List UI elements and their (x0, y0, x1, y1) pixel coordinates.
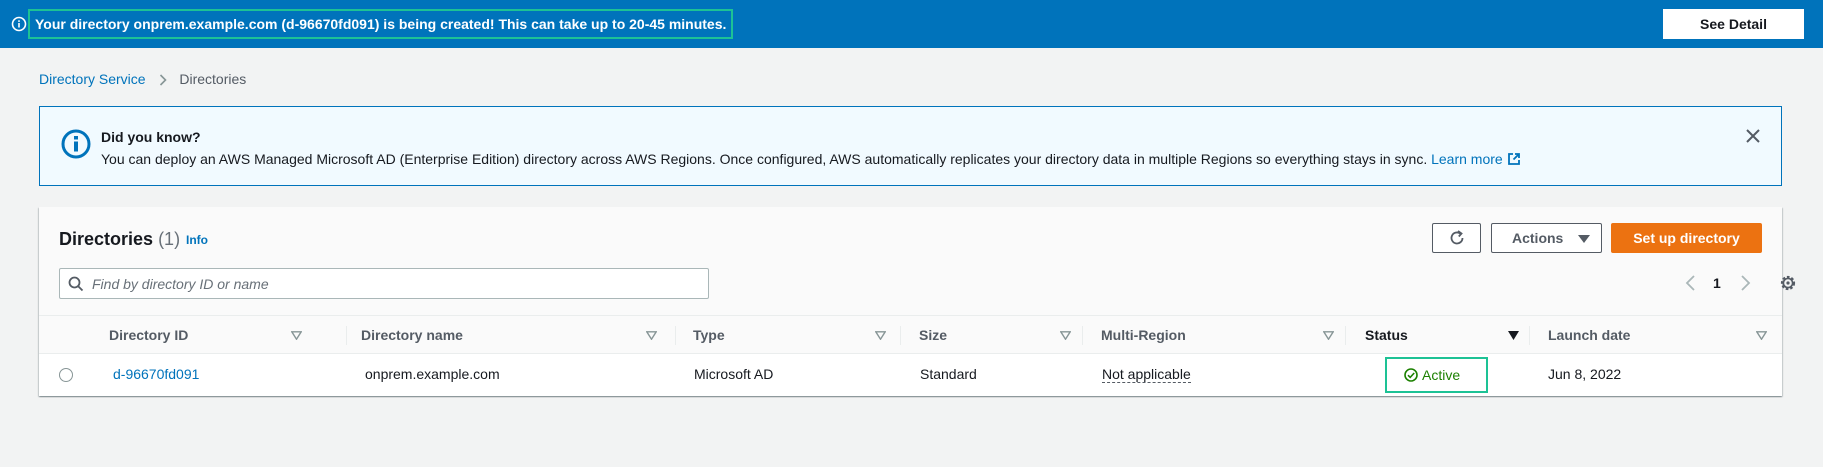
learn-more-label: Learn more (1431, 151, 1503, 167)
alert-title: Did you know? (101, 129, 201, 145)
column-divider (900, 326, 901, 345)
row-select-radio[interactable] (59, 368, 73, 382)
search-input[interactable] (92, 269, 702, 298)
table-header-area: Directories (1) Info Actions Set up dire… (39, 207, 1796, 315)
page-number[interactable]: 1 (1713, 274, 1721, 292)
cell-directory-id: d-96670fd091 (113, 354, 199, 395)
column-divider (1082, 326, 1083, 345)
caret-down-icon (1578, 235, 1590, 243)
column-header-directory-id[interactable]: Directory ID (109, 316, 315, 355)
sort-icon (875, 331, 886, 340)
column-header-type[interactable]: Type (693, 316, 893, 355)
cell-launch-date: Jun 8, 2022 (1548, 366, 1622, 382)
close-icon[interactable] (1743, 126, 1763, 146)
chevron-left-icon[interactable] (1683, 274, 1699, 292)
breadcrumb-current: Directories (179, 71, 247, 87)
column-divider (675, 326, 676, 345)
info-link[interactable]: Info (186, 233, 208, 247)
set-up-directory-button[interactable]: Set up directory (1611, 223, 1762, 253)
gear-icon[interactable] (1779, 274, 1797, 292)
search-field[interactable] (59, 268, 709, 299)
breadcrumb: Directory Service Directories (39, 70, 246, 88)
cell-directory-name: onprem.example.com (365, 366, 500, 382)
sort-icon (646, 331, 657, 340)
table-row[interactable]: d-96670fd091 onprem.example.com Microsof… (39, 354, 1782, 395)
breadcrumb-link-directory-service[interactable]: Directory Service (39, 71, 146, 87)
alert-text: You can deploy an AWS Managed Microsoft … (101, 150, 1521, 168)
external-link-icon (1507, 153, 1520, 165)
sort-icon (1323, 331, 1334, 340)
column-divider (1345, 326, 1346, 345)
flash-message: Your directory onprem.example.com (d-966… (28, 9, 734, 39)
directory-id-link[interactable]: d-96670fd091 (113, 366, 199, 382)
table-title: Directories (1) (59, 227, 180, 251)
learn-more-link[interactable]: Learn more (1431, 151, 1521, 167)
sort-descending-icon (1508, 331, 1519, 340)
directories-table-container: Directories (1) Info Actions Set up dire… (39, 207, 1796, 396)
column-header-multi-region[interactable]: Multi-Region (1101, 316, 1341, 355)
column-header-status[interactable]: Status (1365, 316, 1555, 355)
cell-type: Microsoft AD (694, 366, 774, 382)
refresh-button[interactable] (1432, 223, 1481, 253)
sort-icon (291, 331, 302, 340)
cell-multi-region: Not applicable (1102, 354, 1191, 395)
chevron-right-icon[interactable] (1737, 274, 1753, 292)
flash-bar: Your directory onprem.example.com (d-966… (0, 0, 1823, 48)
refresh-icon (1450, 230, 1464, 245)
search-icon (68, 276, 84, 292)
close-icon[interactable] (1786, 15, 1804, 33)
actions-label: Actions (1512, 230, 1564, 246)
did-you-know-alert: Did you know? You can deploy an AWS Mana… (39, 106, 1782, 186)
sort-icon (1756, 331, 1767, 340)
status-badge: Active (1404, 367, 1460, 384)
status-highlight: Active (1385, 357, 1488, 393)
sort-icon (1060, 331, 1071, 340)
info-icon (61, 129, 91, 159)
chevron-right-icon (160, 74, 168, 86)
table-count: (1) (158, 229, 181, 249)
column-header-size[interactable]: Size (919, 316, 1109, 355)
info-circle-icon (11, 16, 27, 32)
multi-region-value[interactable]: Not applicable (1102, 366, 1191, 383)
table-head: Directory ID Directory name Type Size Mu… (39, 315, 1782, 354)
see-detail-button[interactable]: See Detail (1663, 9, 1804, 39)
alert-body: You can deploy an AWS Managed Microsoft … (101, 151, 1428, 167)
column-divider (1529, 326, 1530, 345)
check-circle-icon (1404, 368, 1418, 382)
cell-size: Standard (920, 366, 977, 382)
column-divider (346, 326, 347, 345)
table-title-label: Directories (59, 229, 154, 249)
column-header-directory-name[interactable]: Directory name (361, 316, 657, 355)
column-header-launch-date[interactable]: Launch date (1548, 316, 1768, 355)
actions-dropdown[interactable]: Actions (1491, 223, 1602, 253)
